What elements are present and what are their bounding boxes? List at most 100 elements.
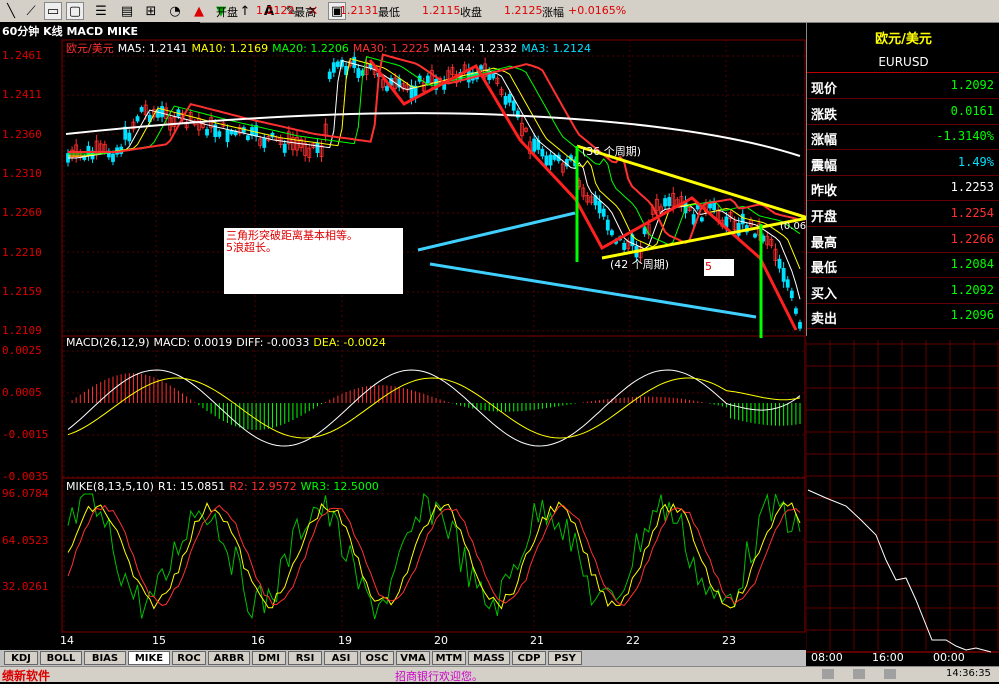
kline-legend: 欧元/美元 MA5: 1.2141 MA10: 1.2169 MA20: 1.2206… [66, 40, 595, 56]
text-box-tool-icon[interactable]: ▭ [44, 2, 62, 20]
candle-body [409, 85, 414, 99]
arrow-up-icon[interactable]: ▲ [190, 2, 208, 20]
candle-body [544, 155, 549, 166]
close-value: 1.2125 [504, 4, 543, 17]
projection-line-upper [417, 211, 576, 252]
gann-tool-icon[interactable]: ⊞ [142, 2, 160, 20]
cycle-tool-icon[interactable]: ◔ [166, 2, 184, 20]
tab-bias[interactable]: BIAS [84, 651, 126, 665]
quote-panel: 欧元/美元 EURUSD 现价 1.2092 涨跌 0.0161 涨幅 -1.3140% 震… [806, 22, 999, 336]
parallel-lines-icon[interactable]: ☰ [92, 2, 110, 20]
low-value: 1.2115 [422, 4, 461, 17]
connection-icon [884, 669, 896, 679]
kline-legend-item: 欧元/美元 [66, 42, 114, 55]
tab-kdj[interactable]: KDJ [4, 651, 38, 665]
y-axis-label: 96.0784 [2, 487, 49, 500]
x-axis-label: 15 [152, 634, 166, 647]
candle-body [794, 308, 798, 314]
tab-rsi[interactable]: RSI [288, 651, 322, 665]
mike-legend-item: R2: 12.9572 [229, 480, 297, 493]
up-arrow-tool-icon[interactable]: ↑ [236, 2, 254, 20]
mini-x-label: 00:00 [933, 651, 965, 664]
tab-mike[interactable]: MIKE [128, 651, 170, 665]
kline-legend-item: MA5: 1.2141 [117, 42, 188, 55]
quote-row-value: 1.2096 [950, 308, 994, 323]
tab-mass[interactable]: MASS [468, 651, 510, 665]
candle-body [548, 154, 553, 166]
candle-body [254, 125, 259, 137]
candle-body [605, 219, 610, 231]
x-axis-label: 16 [251, 634, 265, 647]
tab-mtm[interactable]: MTM [432, 651, 466, 665]
candle-body [511, 100, 516, 111]
tab-psy[interactable]: PSY [548, 651, 582, 665]
y-axis-label: 1.2260 [2, 206, 42, 220]
kline-legend-item: MA144: 1.2332 [433, 42, 518, 55]
candle-body [785, 279, 790, 288]
change-label: 涨幅 [542, 6, 564, 19]
quote-row-label: 涨跌 [811, 107, 838, 123]
candle-body [663, 198, 667, 207]
quote-row-value: 1.2092 [950, 282, 994, 297]
period-label-right: (0.06 [780, 221, 807, 232]
line-tool-icon[interactable]: ╲ [2, 2, 20, 20]
candle-body [327, 71, 332, 80]
macd-legend-item: DIFF: -0.0033 [236, 336, 310, 349]
quote-row-label: 卖出 [811, 312, 838, 328]
candle-body [127, 132, 132, 142]
tab-osc[interactable]: OSC [360, 651, 394, 665]
annotation-note[interactable]: 三角形突破距离基本相等。 5浪超长。 [224, 228, 403, 294]
mini-x-label: 08:00 [811, 651, 843, 664]
ma20-line [68, 55, 801, 246]
tab-vma[interactable]: VMA [396, 651, 430, 665]
candle-body [160, 106, 164, 118]
candle-body [736, 222, 741, 236]
candle-body [282, 143, 287, 153]
quote-row-value: 1.2266 [950, 231, 994, 246]
y-axis-label: 1.2461 [2, 49, 42, 62]
x-axis-label: 20 [434, 634, 448, 647]
quote-row: 昨收 1.2253 [807, 175, 999, 202]
candle-body [315, 142, 320, 154]
intraday-mini-chart[interactable] [806, 340, 999, 664]
tab-cdp[interactable]: CDP [512, 651, 546, 665]
rectangle-tool-icon[interactable]: ▢ [66, 2, 84, 20]
wave-5-note[interactable]: 5 [704, 259, 734, 276]
tab-boll[interactable]: BOLL [40, 651, 82, 665]
chart-canvas[interactable] [0, 22, 806, 636]
quote-row: 现价 1.2092 [807, 73, 999, 99]
dea-line [67, 377, 801, 439]
quote-row-value: 0.0161 [950, 103, 994, 118]
candle-body [331, 62, 336, 73]
quote-row: 买入 1.2092 [807, 278, 999, 304]
candle-body [225, 129, 230, 143]
fibonacci-tool-icon[interactable]: ▤ [118, 2, 136, 20]
change-value: +0.0165% [568, 4, 627, 17]
r2-line [67, 504, 801, 606]
tab-arbr[interactable]: ARBR [208, 651, 250, 665]
candle-body [507, 94, 512, 103]
quote-row-value: -1.3140% [936, 129, 994, 144]
x-axis-label: 19 [338, 634, 352, 647]
quote-row-label: 涨幅 [811, 133, 838, 149]
indicator-tabs: KDJ BOLL BIAS MIKE ROC ARBR DMI RSI ASI OSC VMA MTM… [0, 650, 806, 666]
status-message: 招商银行欢迎您。 [395, 670, 483, 683]
candle-body [156, 109, 160, 118]
tab-roc[interactable]: ROC [172, 651, 206, 665]
quote-row-value: 1.2254 [950, 206, 994, 220]
candle-body [601, 208, 606, 217]
tab-asi[interactable]: ASI [324, 651, 358, 665]
mike-legend-item: R1: 15.0851 [157, 480, 226, 493]
intraday-price-line [807, 489, 992, 653]
y-axis-label: -0.0015 [2, 428, 49, 441]
low-label: 最低 [378, 6, 400, 19]
high-label: 最高 [294, 6, 316, 19]
candle-body [691, 214, 696, 225]
candle-body [609, 230, 614, 236]
tab-dmi[interactable]: DMI [252, 651, 286, 665]
ray-tool-icon[interactable]: ⟋ [22, 2, 40, 20]
candle-body [777, 258, 782, 269]
mike-legend-item: WR3: 12.5000 [300, 480, 379, 493]
kline-legend-item: MA3: 1.2124 [521, 42, 592, 55]
y-axis-label: -0.0035 [2, 470, 49, 483]
